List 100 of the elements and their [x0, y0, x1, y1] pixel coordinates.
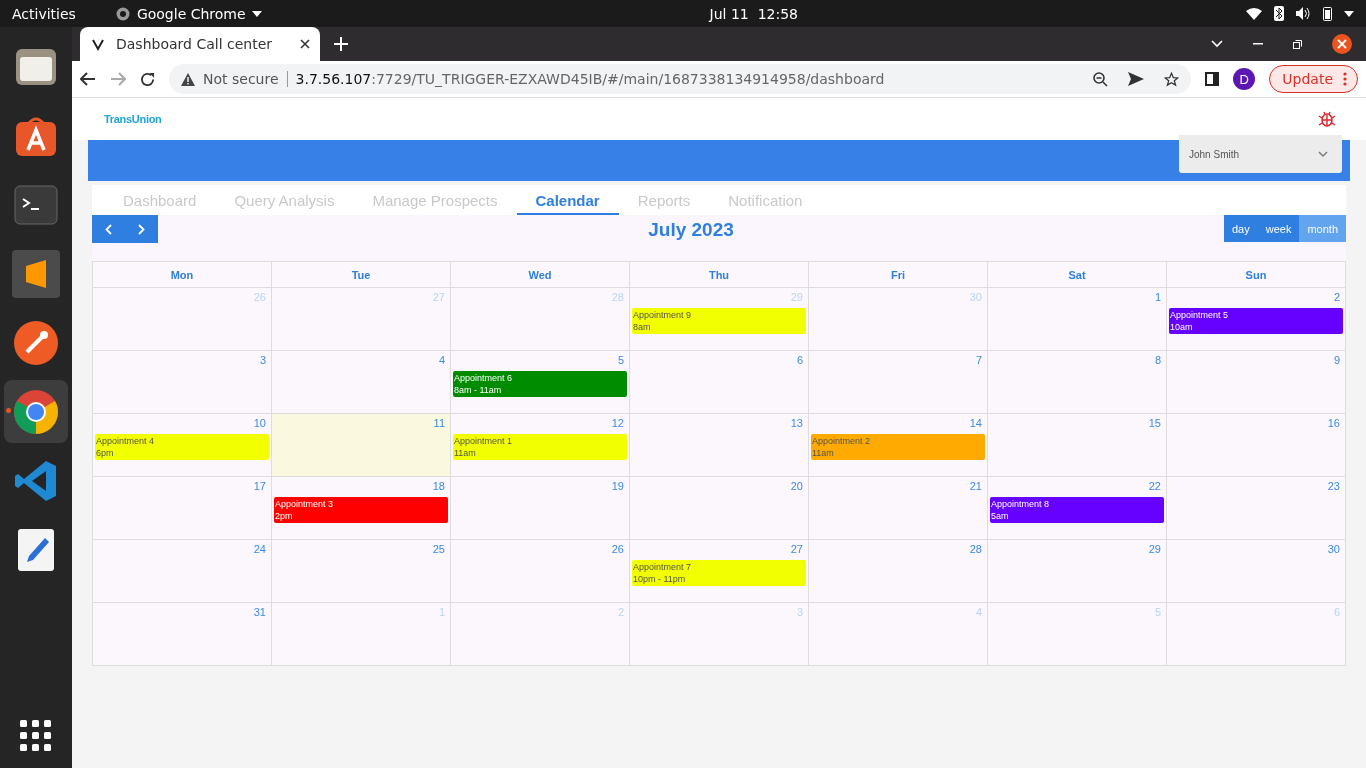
update-button[interactable]: Update [1269, 65, 1358, 93]
calendar-title: July 2023 [648, 219, 734, 241]
day-cell[interactable]: 12 Appointment 1 11am [451, 414, 630, 477]
day-cell[interactable]: 29 [988, 540, 1167, 603]
today-cell[interactable]: 11 [272, 414, 451, 477]
view-button[interactable]: week [1257, 215, 1300, 242]
dock-item-background[interactable] [4, 380, 68, 443]
day-number: 26 [253, 291, 267, 303]
day-cell[interactable]: 4 [272, 351, 451, 414]
address-bar[interactable]: Not secure 3.7.56.107:7729/TU_TRIGGER-EZXAWD45IB/#/main/1687338134914958/dashboard [169, 64, 1192, 94]
day-cell[interactable]: 5 Appointment 6 8am - 11am [451, 351, 630, 414]
back-arrow-icon[interactable] [80, 72, 96, 86]
day-cell[interactable]: 29 Appointment 9 8am [630, 288, 809, 351]
company-logo[interactable]: TransUnion [104, 113, 162, 125]
bug-icon[interactable] [1318, 110, 1336, 128]
day-cell[interactable]: 31 [93, 603, 272, 666]
day-cell[interactable]: 17 [93, 477, 272, 540]
day-cell[interactable]: 9 [1167, 351, 1346, 414]
clock[interactable]: Jul 11 12:58 [709, 5, 798, 22]
calendar-event[interactable]: Appointment 4 6pm [95, 434, 269, 460]
calendar-event[interactable]: Appointment 7 10pm - 11pm [632, 560, 806, 586]
new-tab-icon[interactable] [334, 37, 348, 51]
day-cell[interactable]: 22 Appointment 8 5am [988, 477, 1167, 540]
view-button[interactable]: month [1299, 215, 1346, 242]
day-cell[interactable]: 6 [630, 351, 809, 414]
day-number: 17 [253, 480, 267, 492]
calendar-event[interactable]: Appointment 2 11am [811, 434, 985, 460]
day-number: 20 [790, 480, 804, 492]
chevron-down-icon[interactable] [1211, 40, 1223, 48]
browser-tab[interactable]: Dashboard Call center [80, 27, 320, 61]
profile-avatar[interactable]: D [1233, 68, 1256, 90]
close-icon[interactable] [300, 39, 310, 49]
day-number: 8 [1154, 354, 1162, 366]
day-cell[interactable]: 30 [1167, 540, 1346, 603]
day-cell[interactable]: 1 [988, 288, 1167, 351]
calendar-event[interactable]: Appointment 6 8am - 11am [453, 371, 627, 397]
day-number: 1 [1154, 291, 1162, 303]
warning-icon [181, 72, 195, 86]
code-editor-icon[interactable] [14, 458, 58, 503]
day-cell[interactable]: 8 [988, 351, 1167, 414]
bluetooth-icon[interactable] [1274, 6, 1284, 21]
day-number: 1 [438, 606, 446, 618]
app-grid-icon[interactable] [20, 720, 52, 752]
battery-icon[interactable] [1323, 6, 1332, 21]
calendar-event[interactable]: Appointment 8 5am [990, 497, 1164, 523]
dropdown-arrow-icon[interactable] [1344, 10, 1354, 17]
day-cell[interactable]: 14 Appointment 2 11am [809, 414, 988, 477]
day-number: 28 [611, 291, 625, 303]
day-cell[interactable]: 24 [93, 540, 272, 603]
day-cell[interactable]: 10 Appointment 4 6pm [93, 414, 272, 477]
dropdown-arrow-icon[interactable] [251, 10, 262, 17]
user-dropdown[interactable]: John Smith [1179, 135, 1342, 173]
day-cell[interactable]: 27 Appointment 7 10pm - 11pm [630, 540, 809, 603]
restore-icon[interactable] [1293, 39, 1302, 49]
minimize-icon[interactable] [1253, 43, 1263, 45]
day-number: 4 [975, 606, 983, 618]
terminal-icon[interactable] [14, 184, 58, 225]
day-cell[interactable]: 20 [630, 477, 809, 540]
day-cell[interactable]: 23 [1167, 477, 1346, 540]
url-text: 3.7.56.107:7729/TU_TRIGGER-EZXAWD45IB/#/main/1687338134914958/dashboard [295, 71, 886, 87]
day-cell[interactable]: 25 [272, 540, 451, 603]
zoom-out-icon[interactable] [1093, 71, 1109, 87]
day-cell[interactable]: 28 [809, 540, 988, 603]
app-menu[interactable]: Google Chrome [136, 5, 246, 22]
day-cell[interactable]: 19 [451, 477, 630, 540]
calendar-event[interactable]: Appointment 5 10am [1169, 308, 1343, 334]
activities-button[interactable]: Activities [12, 5, 76, 22]
day-number: 11 [433, 417, 446, 429]
day-cell[interactable]: 3 [93, 351, 272, 414]
day-number: 16 [1327, 417, 1341, 429]
day-number: 29 [790, 291, 804, 303]
day-number: 25 [432, 543, 446, 555]
day-cell[interactable]: 21 [809, 477, 988, 540]
day-cell[interactable]: 2 Appointment 5 10am [1167, 288, 1346, 351]
reload-icon[interactable] [140, 71, 155, 87]
wifi-icon[interactable] [1246, 7, 1262, 20]
calendar-event[interactable]: Appointment 1 11am [453, 434, 627, 460]
volume-icon[interactable] [1296, 7, 1311, 20]
day-cell[interactable]: 7 [809, 351, 988, 414]
tab-title: Dashboard Call center [116, 36, 274, 52]
day-number: 2 [1333, 291, 1341, 303]
send-icon[interactable] [1128, 72, 1145, 86]
calendar-event[interactable]: Appointment 3 2pm [274, 497, 448, 523]
view-button[interactable]: day [1224, 215, 1258, 242]
day-number: 3 [259, 354, 267, 366]
day-cell[interactable]: 26 [451, 540, 630, 603]
day-number: 27 [790, 543, 804, 555]
day-cell[interactable]: 13 [630, 414, 809, 477]
day-number: 21 [969, 480, 983, 492]
calendar-event[interactable]: Appointment 9 8am [632, 308, 806, 334]
day-number: 5 [1154, 606, 1162, 618]
day-cell[interactable]: 16 [1167, 414, 1346, 477]
day-cell[interactable]: 15 [988, 414, 1167, 477]
star-icon[interactable] [1164, 71, 1180, 87]
text-editor-icon[interactable] [17, 527, 55, 572]
close-icon[interactable] [1332, 34, 1352, 54]
day-cell[interactable]: 18 Appointment 3 2pm [272, 477, 451, 540]
more-icon [1343, 72, 1347, 86]
side-panel-icon[interactable] [1205, 72, 1220, 86]
day-number: 24 [253, 543, 267, 555]
